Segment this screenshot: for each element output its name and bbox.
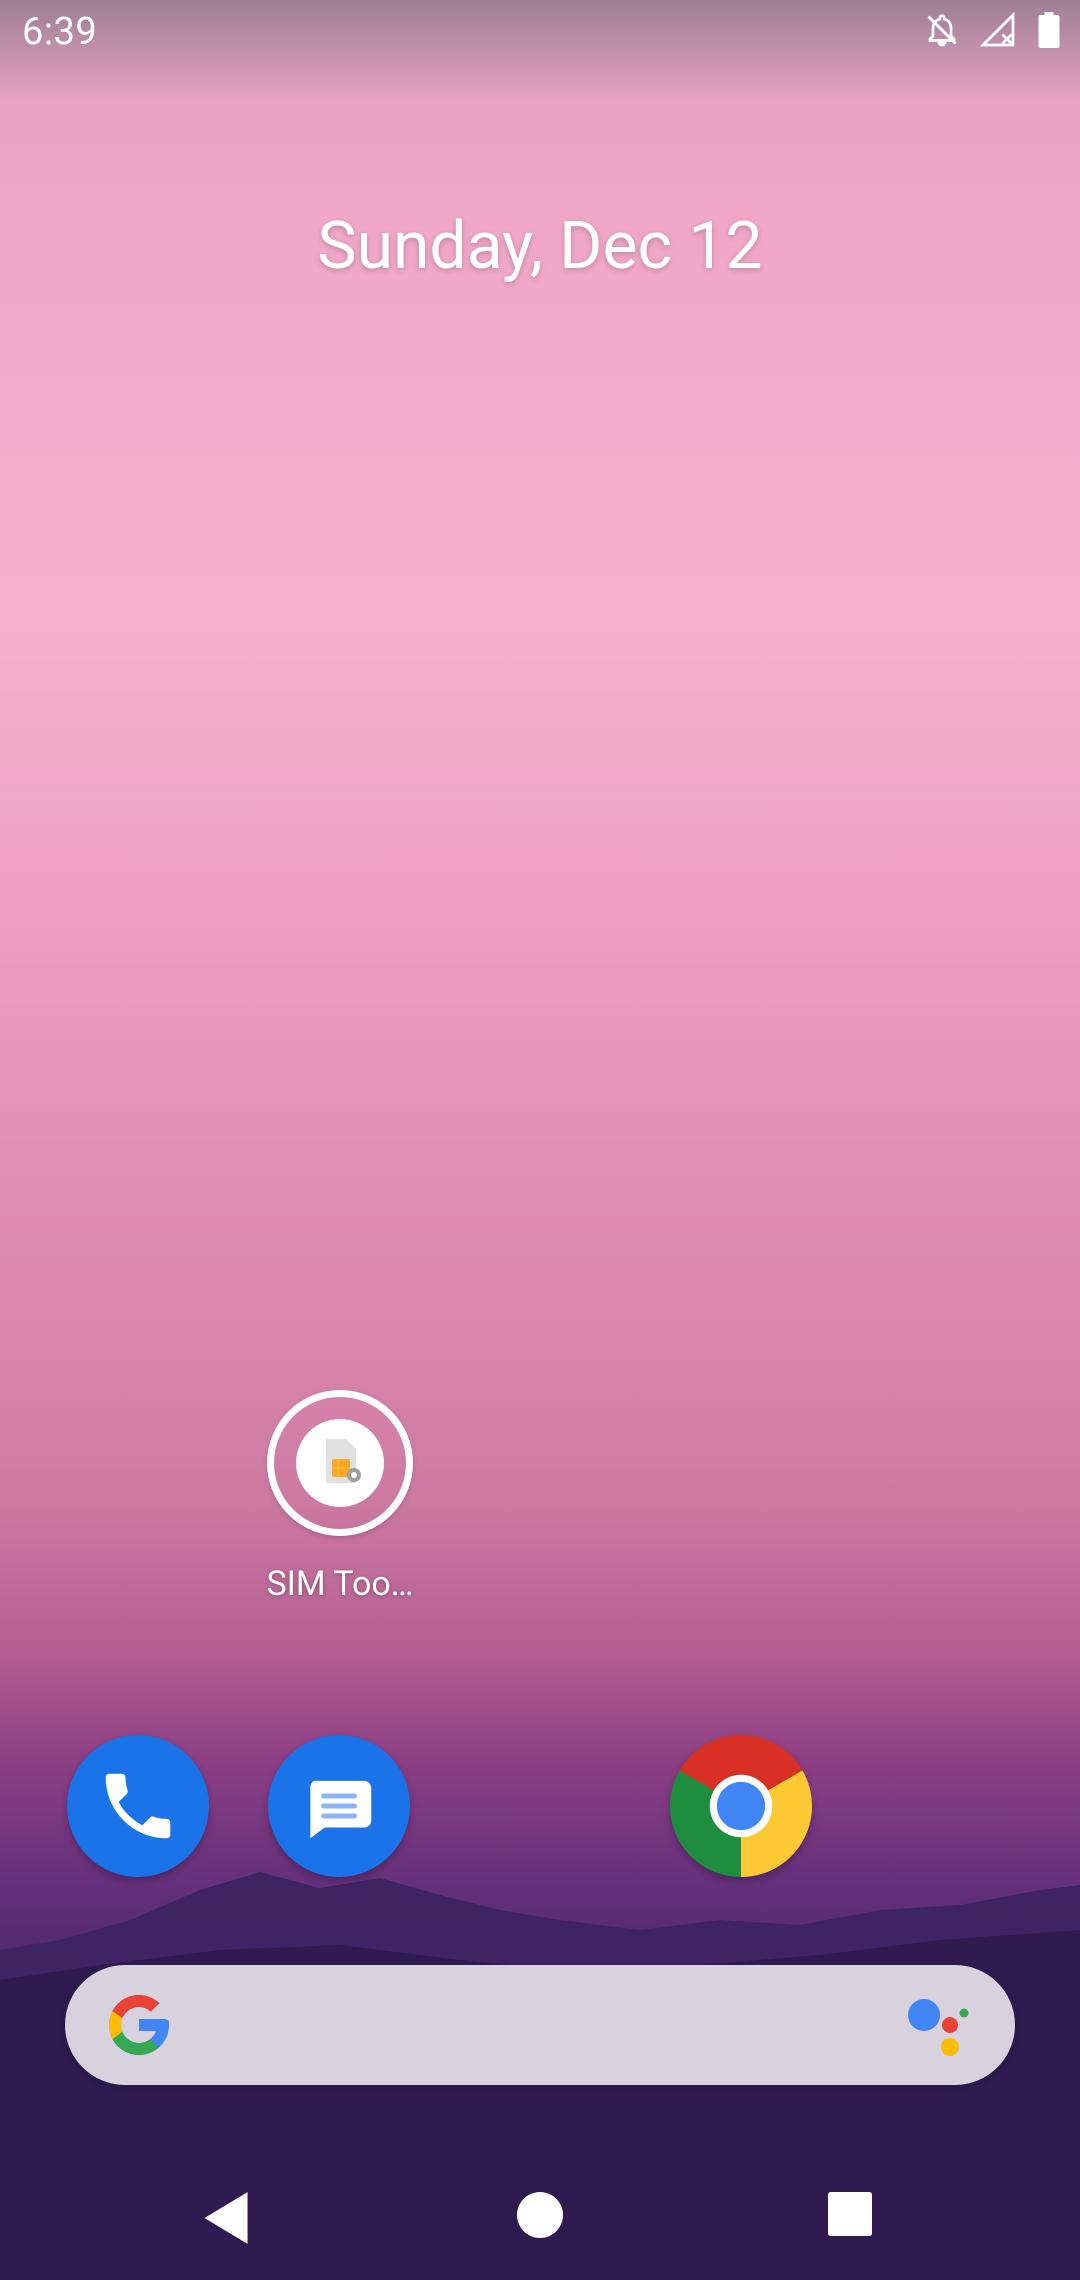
- back-icon[interactable]: [200, 2190, 252, 2246]
- app-label: SIM Too…: [266, 1564, 414, 1604]
- notifications-off-icon: [924, 12, 960, 52]
- google-assistant-icon: [908, 1999, 969, 2056]
- home-icon[interactable]: [517, 2192, 563, 2238]
- chrome-icon: [670, 1735, 812, 1877]
- phone-icon: [105, 1773, 171, 1839]
- status-icons: [924, 11, 1062, 52]
- status-bar: 6:39: [0, 0, 1080, 70]
- google-g-icon: [109, 1995, 169, 2055]
- app-sim-toolkit[interactable]: SIM Too…: [255, 1390, 425, 1604]
- status-time: 6:39: [22, 10, 98, 54]
- battery-full-icon: [1036, 12, 1062, 52]
- date-widget[interactable]: Sunday, Dec 12: [0, 208, 1080, 285]
- navigation-bar: [0, 2160, 1080, 2280]
- no-signal-icon: [979, 11, 1016, 52]
- google-search-bar[interactable]: [65, 1965, 1015, 2085]
- chrome-app[interactable]: [670, 1735, 812, 1877]
- phone-app[interactable]: [67, 1735, 209, 1877]
- messages-app[interactable]: [268, 1735, 410, 1877]
- messages-icon: [310, 1780, 372, 1839]
- recents-icon[interactable]: [828, 2192, 872, 2236]
- sim-toolkit-icon[interactable]: [267, 1390, 413, 1536]
